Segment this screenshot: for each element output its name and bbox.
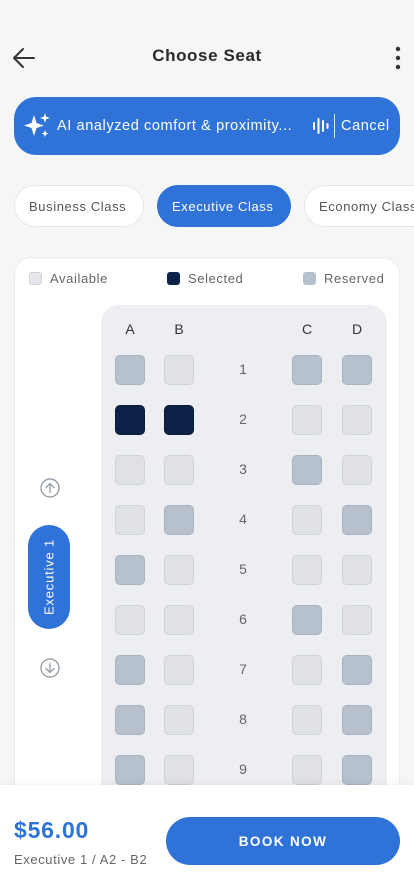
seat-b7[interactable] xyxy=(164,655,194,685)
seat-map-panel: Available Selected Reserved Executive 1 … xyxy=(14,257,400,817)
seat-d8 xyxy=(342,705,372,735)
seat-d6[interactable] xyxy=(342,605,372,635)
column-header-a: A xyxy=(125,321,135,337)
seat-b9[interactable] xyxy=(164,755,194,785)
row-number: 1 xyxy=(239,361,247,377)
tab-economy-class[interactable]: Economy Class xyxy=(304,185,414,227)
legend-selected: Selected xyxy=(167,271,243,286)
booking-footer: $56.00 Executive 1 / A2 - B2 BOOK NOW xyxy=(0,785,414,896)
seat-a5 xyxy=(115,555,145,585)
sparkle-icon xyxy=(24,113,50,137)
seat-d1 xyxy=(342,355,372,385)
reserved-swatch xyxy=(303,272,316,285)
page-title: Choose Seat xyxy=(152,46,262,65)
voice-wave-icon[interactable] xyxy=(313,117,329,135)
seat-a4[interactable] xyxy=(115,505,145,535)
deck-label: Executive 1 xyxy=(41,538,57,616)
legend-selected-label: Selected xyxy=(188,271,244,286)
seat-c2[interactable] xyxy=(292,405,322,435)
row-number: 8 xyxy=(239,711,247,727)
row-number: 5 xyxy=(239,561,247,577)
seat-d4 xyxy=(342,505,372,535)
seat-d5[interactable] xyxy=(342,555,372,585)
seat-b1[interactable] xyxy=(164,355,194,385)
column-header-b: B xyxy=(174,321,184,337)
row-number: 6 xyxy=(239,611,247,627)
seat-c1 xyxy=(292,355,322,385)
row-number: 3 xyxy=(239,461,247,477)
ai-recommendation-banner[interactable]: AI analyzed comfort & proximity... Cance… xyxy=(14,97,400,155)
row-number: 7 xyxy=(239,661,247,677)
tab-executive-class[interactable]: Executive Class xyxy=(157,185,291,227)
seat-c3 xyxy=(292,455,322,485)
seat-c6 xyxy=(292,605,322,635)
row-number: 2 xyxy=(239,411,247,427)
seat-b4 xyxy=(164,505,194,535)
column-header-d: D xyxy=(351,321,363,337)
seat-c4[interactable] xyxy=(292,505,322,535)
row-number: 9 xyxy=(239,761,247,777)
seat-a2[interactable] xyxy=(115,405,145,435)
header: Choose Seat xyxy=(0,36,414,80)
class-tabs: Business Class Executive Class Economy C… xyxy=(14,185,414,227)
seat-b8[interactable] xyxy=(164,705,194,735)
column-header-c: C xyxy=(301,321,313,337)
row-number: 4 xyxy=(239,511,247,527)
seat-d7 xyxy=(342,655,372,685)
seat-c9[interactable] xyxy=(292,755,322,785)
seat-b6[interactable] xyxy=(164,605,194,635)
cancel-button[interactable]: Cancel xyxy=(341,118,390,134)
seat-b3[interactable] xyxy=(164,455,194,485)
seat-d3[interactable] xyxy=(342,455,372,485)
arrow-down-circle-icon[interactable] xyxy=(39,657,61,679)
tab-business-class[interactable]: Business Class xyxy=(14,185,144,227)
more-vertical-icon[interactable] xyxy=(390,42,406,74)
seat-d2[interactable] xyxy=(342,405,372,435)
seat-a1 xyxy=(115,355,145,385)
arrow-up-circle-icon[interactable] xyxy=(39,477,61,499)
ai-banner-text: AI analyzed comfort & proximity... xyxy=(57,118,293,134)
seat-a7 xyxy=(115,655,145,685)
seat-b2[interactable] xyxy=(164,405,194,435)
book-now-button[interactable]: BOOK NOW xyxy=(166,817,400,865)
seat-a8 xyxy=(115,705,145,735)
legend-available: Available xyxy=(29,271,108,286)
legend-available-label: Available xyxy=(50,271,108,286)
deck-selector[interactable]: Executive 1 xyxy=(28,525,70,629)
selection-summary: Executive 1 / A2 - B2 xyxy=(14,852,148,867)
legend-reserved-label: Reserved xyxy=(324,271,385,286)
seat-c8[interactable] xyxy=(292,705,322,735)
seat-a6[interactable] xyxy=(115,605,145,635)
legend-reserved: Reserved xyxy=(303,271,384,286)
seat-legend: Available Selected Reserved xyxy=(15,271,399,287)
seat-c5[interactable] xyxy=(292,555,322,585)
available-swatch xyxy=(29,272,42,285)
seat-a3[interactable] xyxy=(115,455,145,485)
total-price: $56.00 xyxy=(14,817,90,843)
seat-a9 xyxy=(115,755,145,785)
seat-c7[interactable] xyxy=(292,655,322,685)
seat-d9 xyxy=(342,755,372,785)
selected-swatch xyxy=(167,272,180,285)
seat-b5[interactable] xyxy=(164,555,194,585)
banner-divider xyxy=(334,114,335,138)
